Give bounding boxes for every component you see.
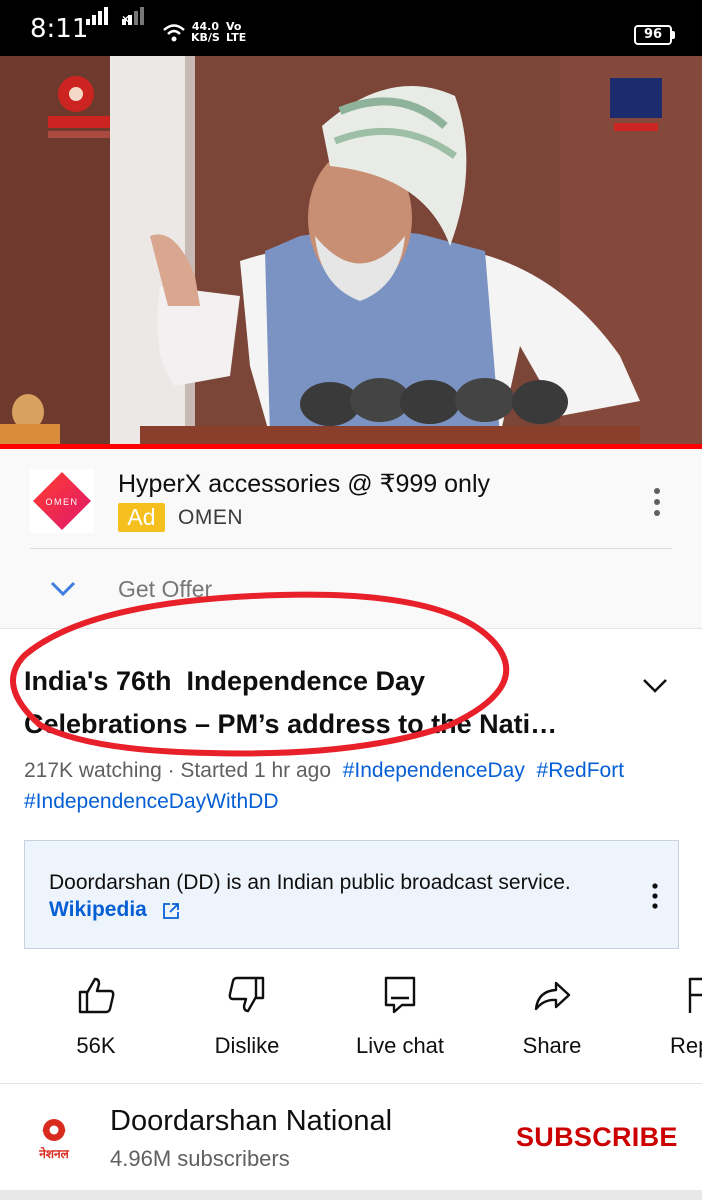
omen-logo: OMEN bbox=[30, 469, 94, 533]
battery-tip bbox=[672, 31, 675, 39]
report-label: Rep bbox=[670, 1033, 702, 1058]
video-title-line-2: Celebrations – PM’s address to the Nati… bbox=[24, 709, 558, 739]
ad-divider bbox=[30, 548, 672, 549]
hashtag-link[interactable]: #IndependenceDayWithDD bbox=[24, 790, 278, 813]
dislike-button[interactable]: Dislike bbox=[187, 975, 307, 1065]
video-frame bbox=[0, 56, 702, 448]
video-player[interactable] bbox=[0, 56, 702, 448]
hashtag-link[interactable]: #RedFort bbox=[537, 759, 625, 782]
ad-advertiser: OMEN bbox=[178, 506, 243, 529]
video-meta: 217K watching · Started 1 hr ago #Indepe… bbox=[24, 755, 689, 817]
like-count: 56K bbox=[76, 1033, 116, 1058]
status-bar: 8:11 × 44.0 KB/S Vo LTE 96 bbox=[0, 0, 702, 56]
channel-avatar[interactable]: नेशनल bbox=[24, 1110, 84, 1170]
svg-text:OMEN: OMEN bbox=[46, 497, 79, 507]
chevron-down-icon[interactable] bbox=[48, 575, 78, 601]
info-panel-text: Doordarshan (DD) is an Indian public bro… bbox=[49, 871, 571, 894]
live-chat-button[interactable]: Live chat bbox=[340, 975, 460, 1065]
volte-indicator: Vo LTE bbox=[226, 20, 247, 44]
status-time: 8:11 bbox=[30, 14, 89, 44]
share-label: Share bbox=[522, 1033, 582, 1058]
youtube-watch-page: 8:11 × 44.0 KB/S Vo LTE 96 bbox=[0, 0, 702, 1200]
channel-name[interactable]: Doordarshan National bbox=[110, 1105, 392, 1138]
wifi-icon bbox=[163, 24, 185, 42]
more-vert-icon[interactable] bbox=[645, 881, 665, 911]
thumbs-up-icon bbox=[78, 977, 115, 1014]
more-vert-icon[interactable] bbox=[645, 486, 669, 518]
video-title[interactable]: India's 76th Independence Day Celebratio… bbox=[24, 660, 624, 746]
bottom-strip bbox=[0, 1190, 702, 1200]
dislike-label: Dislike bbox=[214, 1033, 280, 1058]
subscriber-count: 4.96M subscribers bbox=[110, 1146, 290, 1171]
watching-count: 217K watching · Started 1 hr ago bbox=[24, 759, 332, 782]
external-link-icon[interactable] bbox=[161, 901, 181, 921]
wikipedia-link[interactable]: Wikipedia bbox=[49, 898, 147, 922]
network-speed: 44.0 KB/S bbox=[191, 20, 220, 44]
hashtag-link[interactable]: #IndependenceDay bbox=[343, 759, 525, 782]
live-chat-label: Live chat bbox=[355, 1033, 445, 1058]
battery-icon: 96 bbox=[634, 25, 672, 45]
ad-title[interactable]: HyperX accessories @ ₹999 only bbox=[118, 469, 490, 499]
expand-description-chevron-icon[interactable] bbox=[640, 672, 670, 698]
svg-text:नेशनल: नेशनल bbox=[38, 1147, 69, 1161]
divider bbox=[0, 1083, 702, 1084]
flag-icon bbox=[688, 977, 702, 1013]
video-title-line-1: India's 76th Independence Day bbox=[24, 666, 426, 696]
subscribe-button[interactable]: SUBSCRIBE bbox=[516, 1122, 678, 1153]
ad-badge: Ad bbox=[118, 503, 165, 532]
context-info-panel: Doordarshan (DD) is an Indian public bro… bbox=[24, 840, 679, 949]
thumbs-down-icon bbox=[228, 976, 265, 1013]
ad-cta-get-offer[interactable]: Get Offer bbox=[118, 576, 212, 603]
chat-icon bbox=[384, 976, 416, 1014]
like-button[interactable]: 56K bbox=[36, 975, 156, 1065]
share-icon bbox=[534, 981, 571, 1011]
share-button[interactable]: Share bbox=[492, 975, 612, 1065]
report-button[interactable]: Rep bbox=[644, 975, 702, 1065]
divider bbox=[0, 628, 702, 629]
